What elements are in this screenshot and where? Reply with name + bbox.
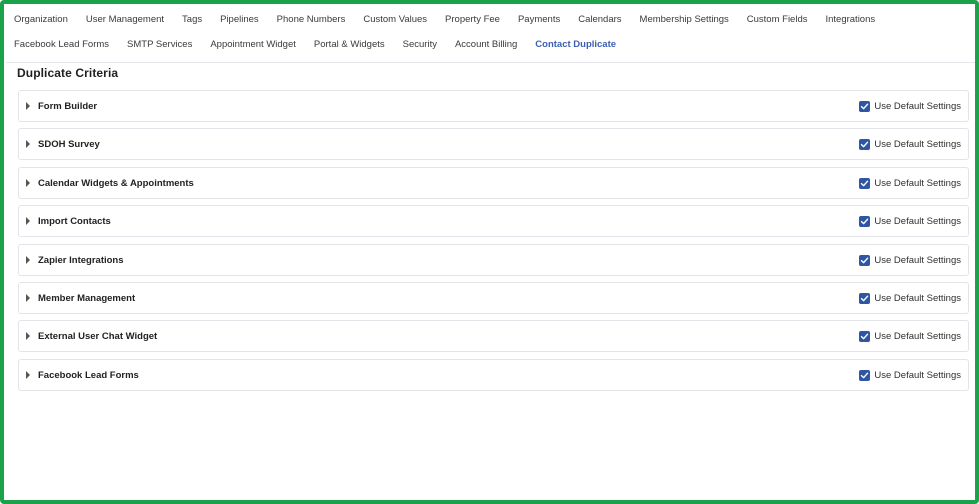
tab-organization[interactable]: Organization xyxy=(6,8,77,32)
checkmark-icon xyxy=(861,295,869,302)
criteria-item-form-builder[interactable]: Form Builder Use Default Settings xyxy=(18,90,969,122)
checkbox-checked[interactable] xyxy=(859,254,871,266)
caret-right-icon[interactable] xyxy=(26,255,30,264)
tab-membership-settings[interactable]: Membership Settings xyxy=(631,8,738,32)
criteria-label: Form Builder xyxy=(38,101,98,112)
caret-right-icon[interactable] xyxy=(26,102,30,110)
use-default-settings-checkbox[interactable]: Use Default Settings xyxy=(859,91,961,122)
criteria-list: Form Builder Use Default Settings SDOH S… xyxy=(18,90,969,397)
criteria-item-external-user-chat-widget[interactable]: External User Chat Widget Use Default Se… xyxy=(18,320,969,353)
caret-right-icon[interactable] xyxy=(26,332,30,341)
tab-row-1: Organization User Management Tags Pipeli… xyxy=(6,8,884,32)
caret-right-icon[interactable] xyxy=(26,178,30,187)
tab-payments[interactable]: Payments xyxy=(509,8,569,32)
checkbox-checked[interactable] xyxy=(859,101,871,112)
use-default-settings-checkbox[interactable]: Use Default Settings xyxy=(859,321,961,352)
tab-property-fee[interactable]: Property Fee xyxy=(436,8,509,32)
criteria-label: Facebook Lead Forms xyxy=(38,369,139,381)
criteria-label: External User Chat Widget xyxy=(38,331,158,343)
use-default-settings-checkbox[interactable]: Use Default Settings xyxy=(859,129,961,160)
use-default-settings-checkbox[interactable]: Use Default Settings xyxy=(859,206,961,237)
tab-custom-values[interactable]: Custom Values xyxy=(354,8,436,32)
checkmark-icon xyxy=(861,180,869,187)
checkmark-icon xyxy=(861,141,869,148)
caret-right-icon[interactable] xyxy=(26,293,30,302)
criteria-item-zapier-integrations[interactable]: Zapier Integrations Use Default Settings xyxy=(18,243,969,276)
settings-tabs: Organization User Management Tags Pipeli… xyxy=(6,4,975,63)
tab-user-management[interactable]: User Management xyxy=(77,8,173,32)
criteria-item-member-management[interactable]: Member Management Use Default Settings xyxy=(18,281,969,314)
tab-facebook-lead-forms[interactable]: Facebook Lead Forms xyxy=(6,33,118,57)
tab-smtp-services[interactable]: SMTP Services xyxy=(118,33,201,57)
criteria-label: SDOH Survey xyxy=(38,139,100,151)
caret-right-icon[interactable] xyxy=(26,370,30,379)
criteria-item-calendar-widgets[interactable]: Calendar Widgets & Appointments Use Defa… xyxy=(18,166,969,199)
checkbox-checked[interactable] xyxy=(859,331,871,343)
checkbox-label: Use Default Settings xyxy=(874,292,961,304)
tab-custom-fields[interactable]: Custom Fields xyxy=(738,8,817,32)
criteria-label: Import Contacts xyxy=(38,216,111,228)
tab-phone-numbers[interactable]: Phone Numbers xyxy=(268,8,355,32)
checkbox-checked[interactable] xyxy=(859,177,871,189)
use-default-settings-checkbox[interactable]: Use Default Settings xyxy=(859,283,961,314)
checkmark-icon xyxy=(861,333,869,340)
use-default-settings-checkbox[interactable]: Use Default Settings xyxy=(859,168,961,199)
tab-contact-duplicate[interactable]: Contact Duplicate xyxy=(526,33,625,57)
checkbox-label: Use Default Settings xyxy=(874,177,961,189)
checkbox-checked[interactable] xyxy=(859,292,871,304)
use-default-settings-checkbox[interactable]: Use Default Settings xyxy=(859,245,961,276)
checkbox-label: Use Default Settings xyxy=(874,139,961,151)
criteria-label: Member Management xyxy=(38,292,136,304)
criteria-label: Calendar Widgets & Appointments xyxy=(38,177,194,189)
checkbox-label: Use Default Settings xyxy=(874,101,961,112)
checkbox-label: Use Default Settings xyxy=(874,331,961,343)
settings-frame: Organization User Management Tags Pipeli… xyxy=(0,0,979,504)
criteria-label: Zapier Integrations xyxy=(38,254,124,266)
checkmark-icon xyxy=(861,218,869,225)
checkbox-label: Use Default Settings xyxy=(874,369,961,381)
tab-tags[interactable]: Tags xyxy=(173,8,211,32)
tab-calendars[interactable]: Calendars xyxy=(569,8,630,32)
checkmark-icon xyxy=(861,103,869,110)
caret-right-icon[interactable] xyxy=(26,217,30,226)
tab-security[interactable]: Security xyxy=(394,33,446,57)
criteria-item-import-contacts[interactable]: Import Contacts Use Default Settings xyxy=(18,205,969,238)
criteria-item-facebook-lead-forms[interactable]: Facebook Lead Forms Use Default Settings xyxy=(18,358,969,391)
use-default-settings-checkbox[interactable]: Use Default Settings xyxy=(859,360,961,391)
checkbox-label: Use Default Settings xyxy=(874,254,961,266)
tab-row-2: Facebook Lead Forms SMTP Services Appoin… xyxy=(6,33,625,57)
checkbox-checked[interactable] xyxy=(859,216,871,228)
tab-pipelines[interactable]: Pipelines xyxy=(211,8,268,32)
checkmark-icon xyxy=(861,372,869,379)
checkbox-checked[interactable] xyxy=(859,139,871,151)
caret-right-icon[interactable] xyxy=(26,140,30,149)
checkmark-icon xyxy=(861,257,869,263)
checkbox-checked[interactable] xyxy=(859,369,871,381)
section-title: Duplicate Criteria xyxy=(17,66,119,80)
checkbox-label: Use Default Settings xyxy=(874,216,961,228)
tab-integrations[interactable]: Integrations xyxy=(816,8,884,32)
tab-account-billing[interactable]: Account Billing xyxy=(446,33,526,57)
tab-portal-widgets[interactable]: Portal & Widgets xyxy=(305,33,394,57)
criteria-item-sdoh-survey[interactable]: SDOH Survey Use Default Settings xyxy=(18,128,969,161)
tab-appointment-widget[interactable]: Appointment Widget xyxy=(201,33,305,57)
